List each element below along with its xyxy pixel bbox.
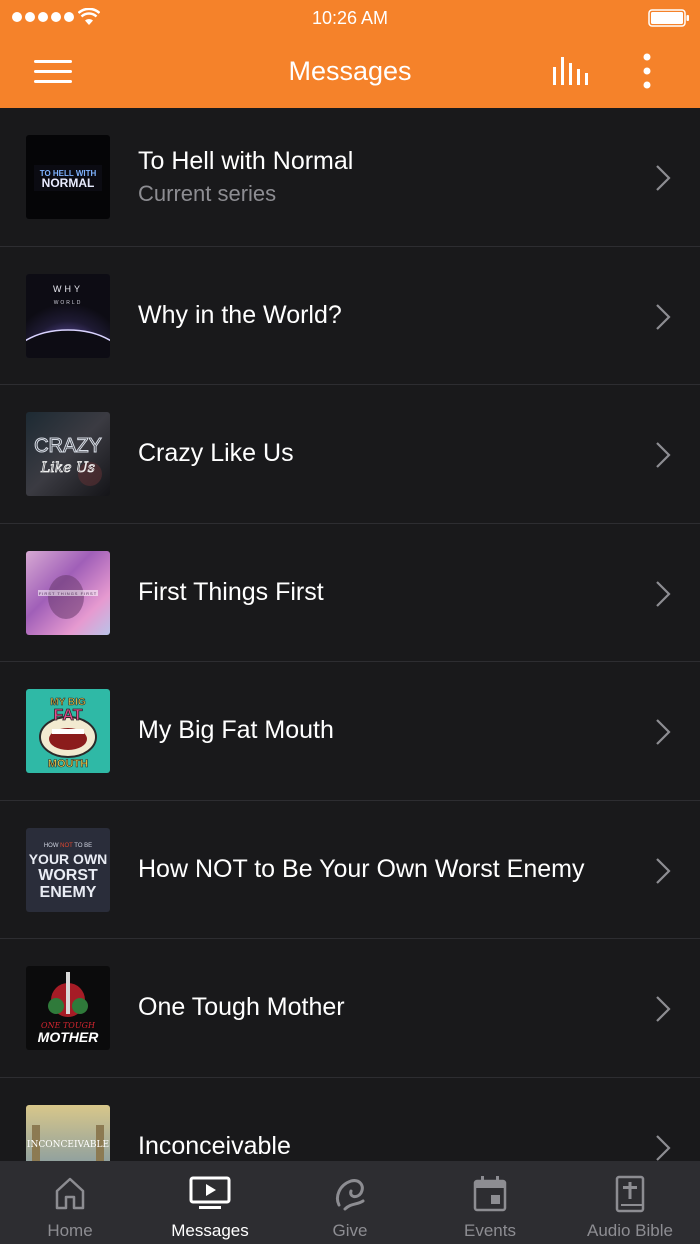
svg-text:Like Us: Like Us	[40, 460, 95, 476]
series-artwork: ONE TOUGH MOTHER	[26, 966, 110, 1050]
series-title: My Big Fat Mouth	[138, 716, 334, 744]
tab-label: Events	[464, 1221, 516, 1240]
series-title: Crazy Like Us	[138, 439, 294, 467]
series-row[interactable]: HOW NOT TO BE YOUR OWN WORST ENEMY How N…	[0, 801, 700, 939]
status-time: 10:26 AM	[311, 8, 389, 28]
series-row[interactable]: INCONCEIVABLE Inconceivable	[0, 1078, 700, 1161]
series-subtitle: Current series	[138, 181, 277, 206]
svg-text:FAT: FAT	[53, 707, 82, 724]
series-artwork: HOW NOT TO BE YOUR OWN WORST ENEMY	[26, 827, 110, 912]
svg-text:MOUTH: MOUTH	[48, 758, 88, 770]
series-row[interactable]: MY BIG FAT MOUTH My Big Fat Mouth	[0, 662, 700, 801]
chevron-right-icon	[656, 303, 671, 330]
tab-audio-bible[interactable]: Audio Bible	[560, 1161, 700, 1244]
calendar-icon	[473, 1176, 507, 1212]
series-row[interactable]: TO HELL WITH NORMAL To Hell with Normal …	[0, 108, 700, 247]
series-row[interactable]: WHY WORLD Why in the World?	[0, 247, 700, 385]
status-bar: 10:26 AM	[0, 0, 700, 36]
give-icon	[336, 1179, 365, 1211]
tab-label: Give	[332, 1221, 368, 1240]
nav-bar: Messages	[0, 36, 700, 108]
series-artwork: WHY WORLD	[26, 273, 110, 358]
svg-text:WHY: WHY	[53, 284, 83, 294]
svg-text:ENEMY: ENEMY	[40, 884, 97, 901]
series-artwork: INCONCEIVABLE	[26, 1104, 110, 1161]
series-title: Inconceivable	[138, 1131, 291, 1160]
tv-play-icon	[189, 1176, 231, 1209]
chevron-right-icon	[656, 857, 671, 884]
menu-icon[interactable]	[34, 58, 72, 86]
chevron-right-icon	[656, 1134, 671, 1161]
chevron-right-icon	[656, 719, 671, 745]
svg-text:MOTHER: MOTHER	[38, 1029, 100, 1045]
series-artwork: TO HELL WITH NORMAL	[26, 135, 110, 219]
series-title: First Things First	[138, 577, 324, 606]
chevron-right-icon	[656, 996, 671, 1022]
series-row[interactable]: ONE TOUGH MOTHER One Tough Mother	[0, 939, 700, 1078]
tab-home[interactable]: Home	[0, 1161, 140, 1244]
svg-text:CRAZY: CRAZY	[34, 435, 102, 457]
series-title: One Tough Mother	[138, 993, 345, 1021]
chevron-right-icon	[656, 580, 671, 607]
svg-text:WORLD: WORLD	[54, 300, 83, 306]
tab-bar: Home Messages Give Events Audio Bible	[0, 1161, 700, 1244]
tab-events[interactable]: Events	[420, 1161, 560, 1244]
tab-give[interactable]: Give	[280, 1161, 420, 1244]
svg-text:WORST: WORST	[38, 867, 98, 884]
series-title: How NOT to Be Your Own Worst Enemy	[138, 854, 585, 883]
battery-icon	[648, 9, 689, 27]
chevron-right-icon	[656, 165, 671, 191]
tab-label: Home	[47, 1221, 93, 1240]
svg-text:YOUR OWN: YOUR OWN	[29, 851, 108, 867]
chevron-right-icon	[656, 442, 671, 468]
series-row[interactable]: FIRST THINGS FIRST First Things First	[0, 524, 700, 662]
home-icon	[55, 1177, 85, 1210]
bible-icon	[615, 1175, 645, 1213]
svg-text:INCONCEIVABLE: INCONCEIVABLE	[27, 1140, 109, 1150]
audio-levels-icon[interactable]	[550, 54, 594, 88]
page-title: Messages	[288, 56, 412, 86]
tab-messages[interactable]: Messages	[140, 1161, 280, 1244]
series-artwork: FIRST THINGS FIRST	[26, 550, 110, 635]
series-artwork: MY BIG FAT MOUTH	[26, 689, 110, 773]
tab-label: Messages	[171, 1221, 249, 1240]
more-options-icon[interactable]	[630, 52, 664, 92]
series-title: Why in the World?	[138, 300, 342, 329]
series-row[interactable]: CRAZY Like Us Crazy Like Us	[0, 385, 700, 524]
series-artwork: CRAZY Like Us	[26, 412, 110, 496]
series-title: To Hell with Normal	[138, 147, 354, 175]
svg-text:FIRST THINGS FIRST: FIRST THINGS FIRST	[39, 591, 97, 596]
tab-label: Audio Bible	[586, 1221, 673, 1240]
svg-text:NORMAL: NORMAL	[42, 176, 95, 190]
series-list: TO HELL WITH NORMAL To Hell with Normal …	[0, 108, 700, 1161]
svg-text:HOW NOT TO BE: HOW NOT TO BE	[44, 843, 92, 849]
